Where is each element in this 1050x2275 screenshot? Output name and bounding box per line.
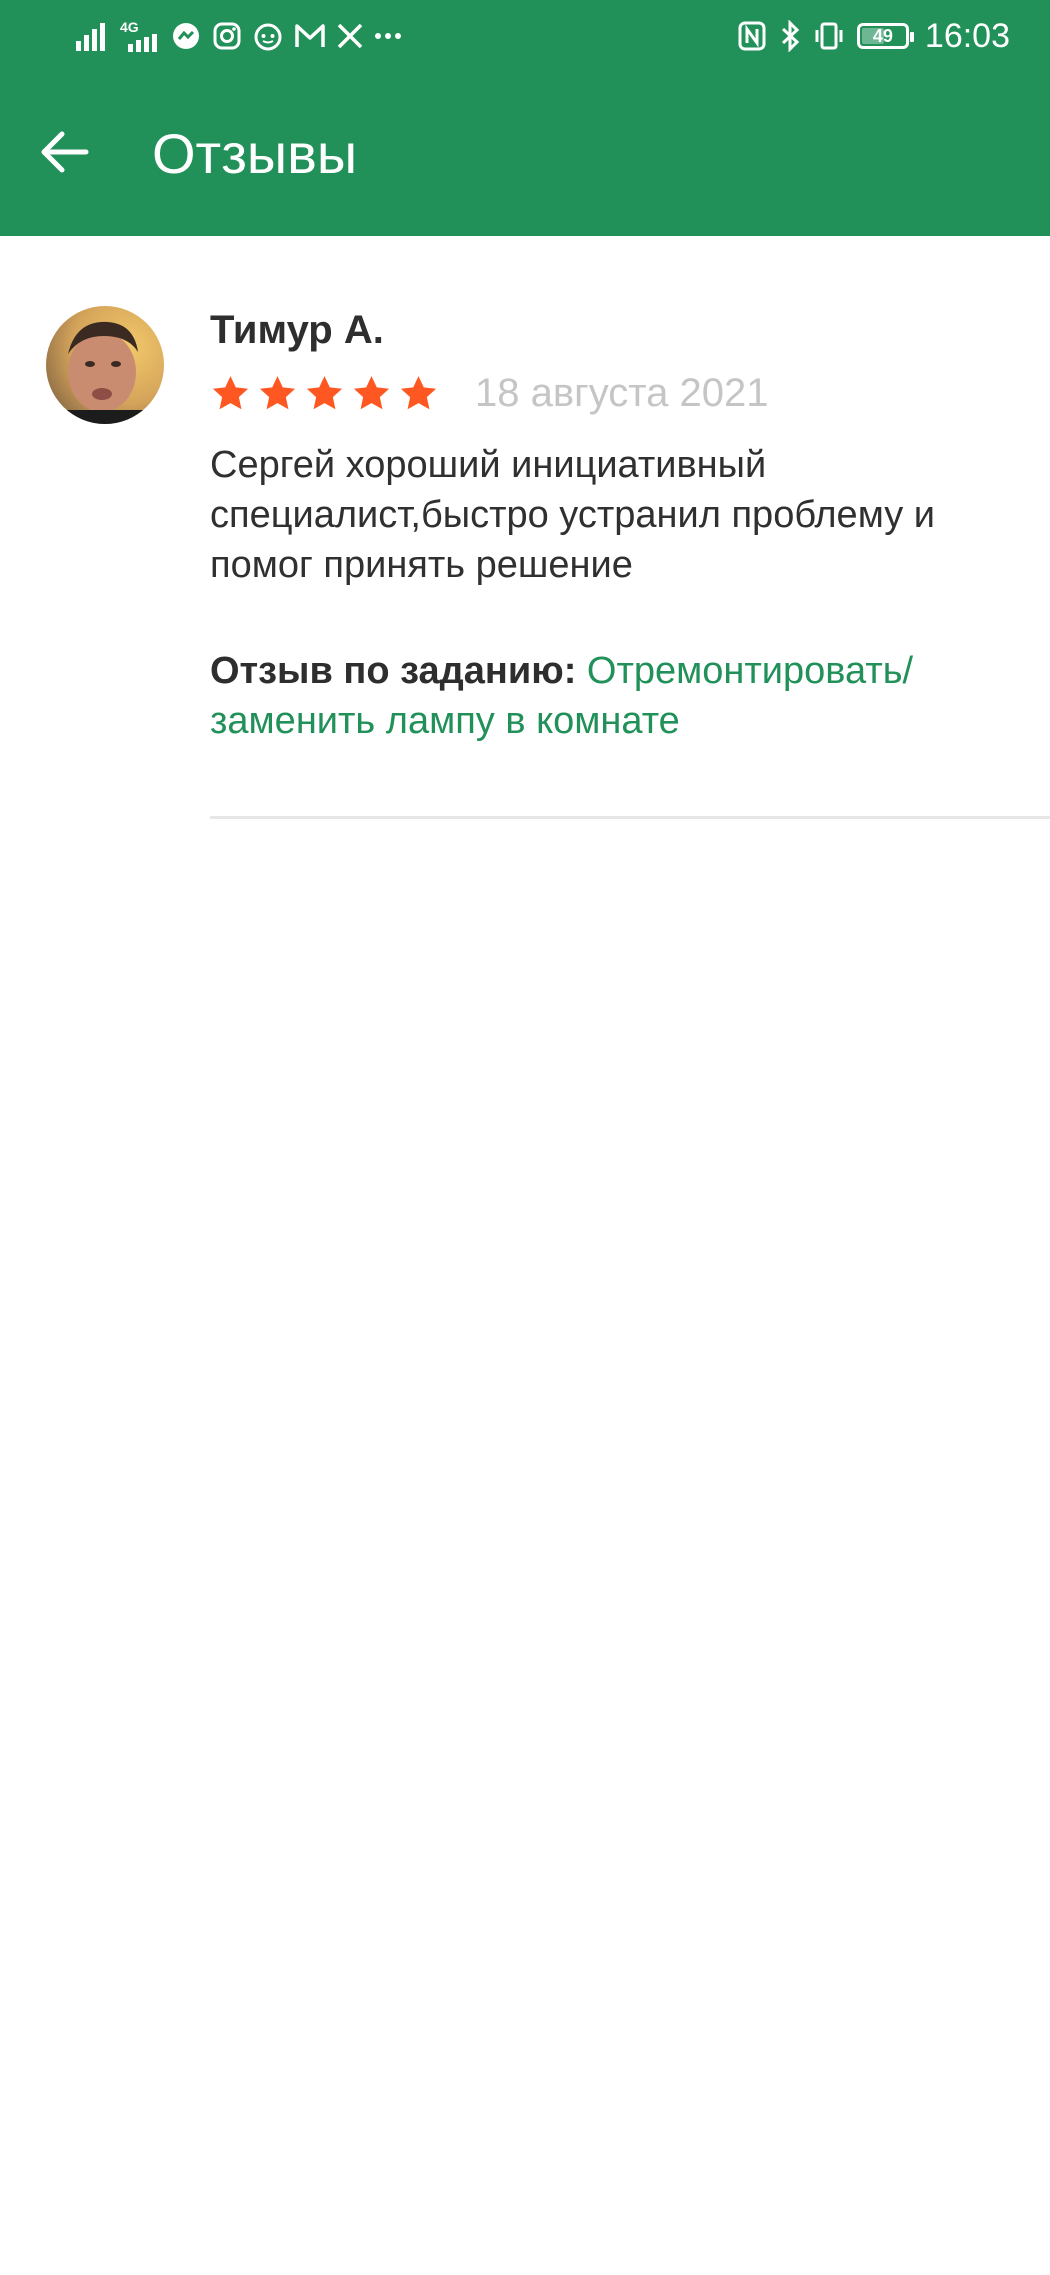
divider — [210, 816, 1050, 819]
battery-icon: 49 — [856, 23, 914, 49]
page-title: Отзывы — [152, 122, 358, 185]
star-icon — [212, 375, 249, 409]
status-left-icons: 4G — [76, 18, 402, 54]
review-text: Сергей хороший инициативный специалист,б… — [210, 444, 936, 586]
star-icon — [306, 375, 343, 409]
vibrate-icon — [813, 20, 845, 52]
task-label: Отзыв по заданию: — [210, 650, 577, 692]
star-icon — [353, 375, 390, 409]
star-icon — [400, 375, 437, 409]
x-icon — [336, 20, 364, 52]
nfc-icon — [737, 20, 767, 52]
status-right-icons: 49 16:03 — [737, 14, 1010, 58]
review-content: Тимур А. 18 августа 2021 Сергей хороший … — [210, 306, 1010, 746]
status-time: 16:03 — [924, 16, 1010, 55]
network-type-label: 4G — [120, 19, 139, 35]
reddit-icon — [252, 20, 284, 52]
back-button[interactable] — [24, 112, 104, 192]
instagram-icon — [212, 20, 242, 52]
rating-stars — [210, 373, 439, 414]
signal-icon — [76, 20, 110, 52]
messenger-icon — [170, 20, 202, 52]
review-author: Тимур А. — [210, 308, 384, 352]
avatar[interactable] — [46, 306, 164, 424]
battery-level: 49 — [872, 25, 893, 46]
signal-4g-icon: 4G — [120, 20, 160, 52]
bluetooth-icon — [779, 20, 801, 52]
rating-row: 18 августа 2021 — [210, 368, 1010, 418]
star-icon — [259, 375, 296, 409]
more-icon — [374, 20, 402, 52]
status-bar: 4G 49 16:03 — [0, 0, 1050, 74]
review-task: Отзыв по заданию: Отремонтировать/ замен… — [210, 646, 1010, 746]
mail-icon — [294, 20, 326, 52]
review-date: 18 августа 2021 — [475, 371, 769, 415]
app-bar: Отзывы — [0, 74, 1050, 236]
arrow-left-icon — [41, 131, 89, 173]
